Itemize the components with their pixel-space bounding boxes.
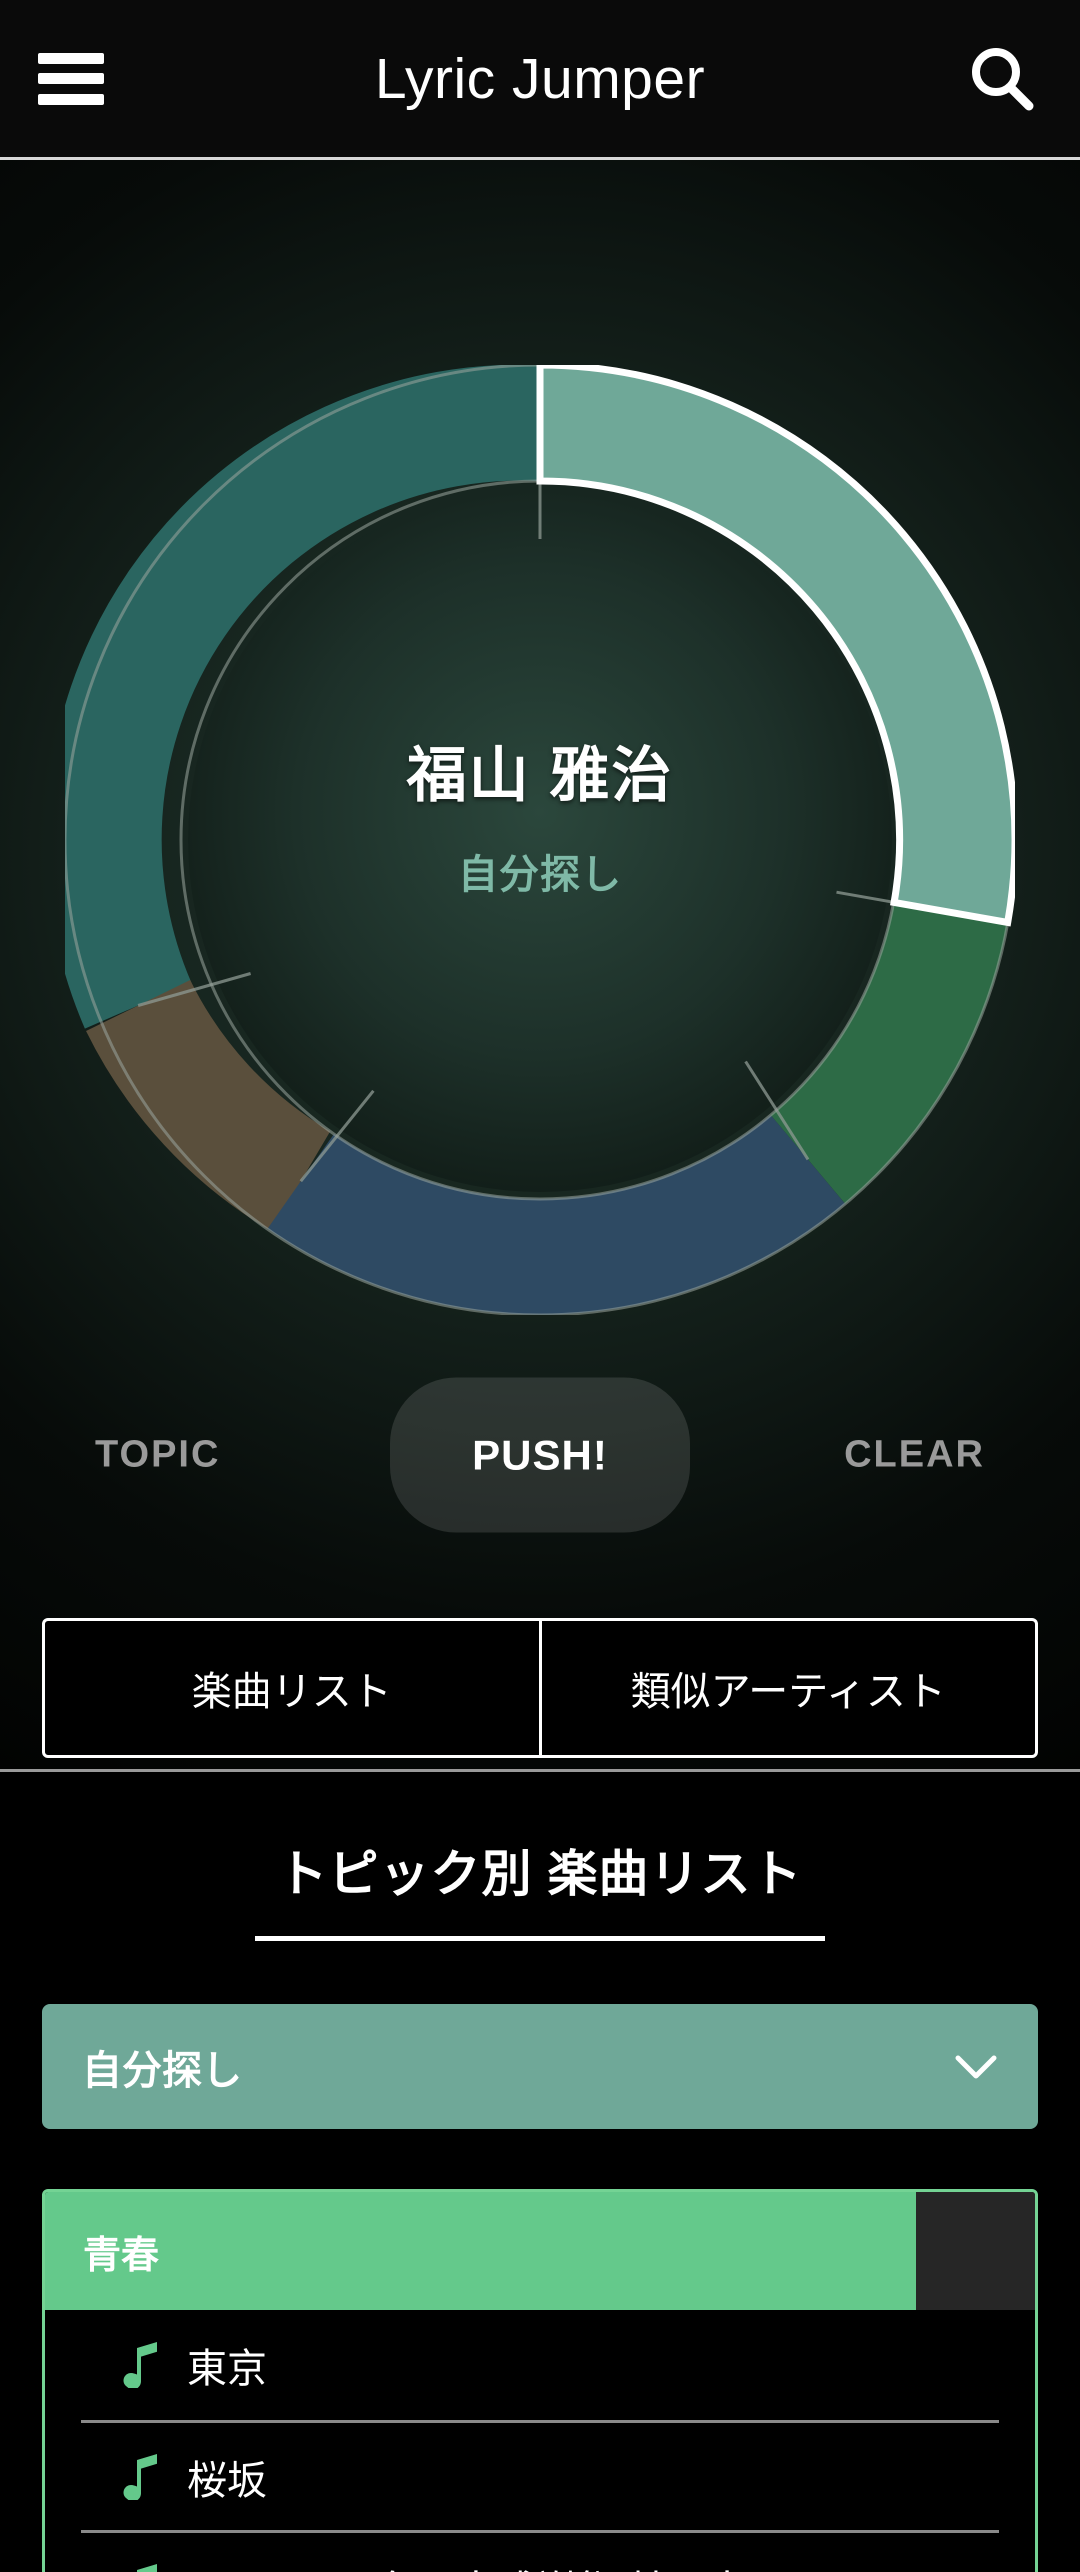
- clear-button[interactable]: CLEAR: [844, 1434, 985, 1477]
- group-label: 青春: [83, 2234, 160, 2277]
- song-title: Dear from 冬の大感謝祭 其の十一: [187, 2558, 787, 2572]
- wheel-action-row: TOPIC PUSH! CLEAR: [0, 1375, 1080, 1535]
- section-title: トピック別 楽曲リスト: [277, 1846, 803, 1902]
- music-note-icon: [123, 2453, 157, 2500]
- topic-button[interactable]: TOPIC: [95, 1434, 220, 1477]
- chevron-down-icon: [955, 2055, 997, 2078]
- topic-group-seishun: 青春 東京 桜坂 De: [42, 2189, 1038, 2572]
- list-item[interactable]: 東京: [81, 2310, 999, 2420]
- group-header-bar[interactable]: 青春: [45, 2192, 1035, 2310]
- list-item[interactable]: Dear from 冬の大感謝祭 其の十一: [81, 2530, 999, 2572]
- list-item[interactable]: 桜坂: [81, 2420, 999, 2530]
- tab-song-list[interactable]: 楽曲リスト: [45, 1621, 542, 1755]
- app-header: Lyric Jumper: [0, 0, 1080, 160]
- hamburger-bar: [38, 93, 104, 105]
- topic-donut-chart[interactable]: [65, 365, 1015, 1315]
- music-note-icon: [137, 2563, 157, 2572]
- music-note-icon: [123, 2342, 157, 2388]
- section-underline: [255, 1936, 825, 1941]
- search-icon[interactable]: [966, 43, 1038, 115]
- song-title: 桜坂: [187, 2458, 267, 2503]
- song-rows: 東京 桜坂 Dear from 冬の大感謝祭 其の十一: [45, 2310, 1035, 2572]
- song-title: 東京: [187, 2347, 267, 2391]
- hamburger-menu-icon[interactable]: [38, 52, 104, 105]
- push-button[interactable]: PUSH!: [390, 1377, 690, 1533]
- topic-dropdown-value: 自分探し: [82, 2048, 242, 2093]
- topic-dropdown[interactable]: 自分探し: [42, 2004, 1038, 2129]
- app-title: Lyric Jumper: [374, 46, 706, 111]
- tab-similar-artists[interactable]: 類似アーティスト: [542, 1621, 1036, 1755]
- group-fill-bar: [45, 2192, 917, 2310]
- hamburger-bar: [38, 73, 104, 84]
- topic-song-list-section: トピック別 楽曲リスト 自分探し 青春 東京 桜坂: [0, 1772, 1080, 2572]
- topic-wheel-panel: 福山 雅治 自分探し TOPIC PUSH! CLEAR 楽曲リスト 類似アーテ…: [0, 160, 1080, 1772]
- nav-button-pair: 楽曲リスト 類似アーティスト: [42, 1618, 1038, 1758]
- hamburger-bar: [38, 52, 104, 64]
